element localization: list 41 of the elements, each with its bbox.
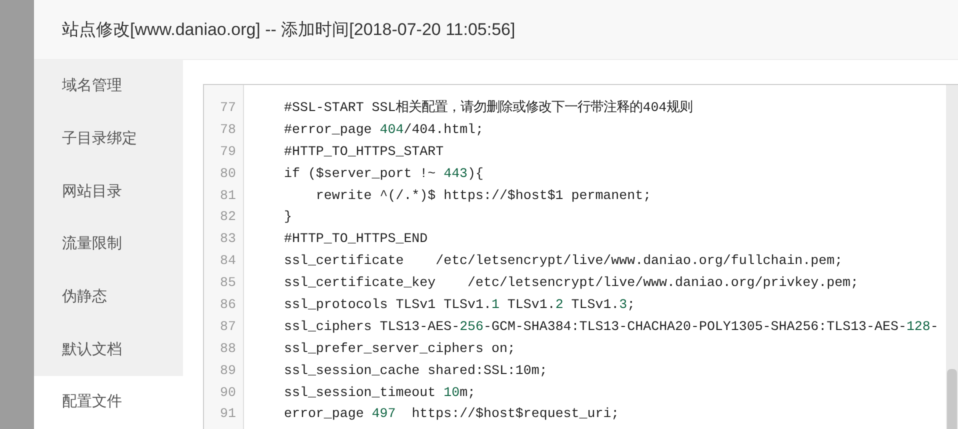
sidebar-tab[interactable]: 默认文档 [34, 324, 183, 376]
sidebar-tab[interactable]: 配置文件 [34, 376, 183, 429]
line-number: 91 [219, 405, 237, 424]
sidebar-tab[interactable]: 伪静态 [34, 270, 183, 324]
code-line: ssl_session_timeout 10m; [283, 384, 476, 402]
code-line: ssl_session_cache shared:SSL:10m; [283, 362, 548, 380]
scrollbar-thumb[interactable] [947, 369, 957, 429]
line-number: 81 [219, 186, 237, 205]
code-editor[interactable] [203, 84, 958, 429]
code-line: ssl_prefer_server_ciphers on; [283, 340, 516, 358]
line-number: 85 [219, 274, 237, 292]
line-number: 83 [219, 230, 237, 248]
line-number: 86 [219, 296, 237, 314]
sidebar-tab[interactable]: 域名管理 [34, 60, 183, 113]
line-number: 87 [219, 318, 237, 336]
code-line: ssl_certificate /etc/letsencrypt/live/www.daniao.org/fullchain.pem; [283, 252, 843, 270]
code-line: ssl_protocols TLSv1 TLSv1.1 TLSv1.2 TLSv1.3; [283, 296, 636, 314]
scrollbar[interactable] [946, 85, 958, 429]
line-number: 88 [219, 340, 237, 358]
sidebar-tab[interactable]: 网站目录 [34, 165, 183, 218]
code-line: ssl_certificate_key /etc/letsencrypt/live/www.daniao.org/privkey.pem; [283, 274, 859, 292]
code-line: #HTTP_TO_HTTPS_START [283, 142, 444, 161]
code-line: ssl_ciphers TLS13-AES-256-GCM-SHA384:TLS13-CHACHA20-POLY1305-SHA256:TLS13-AES-128- [283, 318, 938, 336]
code-line: #SSL-START SSL相关配置，请勿删除或修改下一行带注释的404规则 [283, 98, 693, 117]
code-line: #HTTP_TO_HTTPS_END [283, 230, 428, 248]
sidebar-tab[interactable]: 子目录绑定 [34, 112, 183, 166]
line-number: 84 [219, 252, 237, 270]
line-number: 79 [219, 142, 237, 161]
line-number: 80 [219, 164, 237, 183]
dialog-title: 站点修改[www.daniao.org] -- 添加时间[2018-07-20 11:05:56] [34, 0, 958, 60]
code-line: } [283, 208, 292, 226]
code-line: if ($server_port !~ 443){ [283, 164, 484, 183]
line-number: 90 [219, 384, 237, 402]
line-number: 78 [219, 120, 237, 139]
line-number: 77 [219, 98, 237, 117]
code-line: #error_page 404/404.html; [283, 120, 484, 139]
sidebar-tab[interactable]: 流量限制 [34, 218, 183, 271]
line-number: 82 [219, 208, 237, 226]
code-line: rewrite ^(/.*)$ https://$host$1 permanent; [314, 186, 652, 205]
code-line: error_page 497 https://$host$request_uri; [283, 405, 620, 424]
line-number: 89 [219, 362, 237, 380]
